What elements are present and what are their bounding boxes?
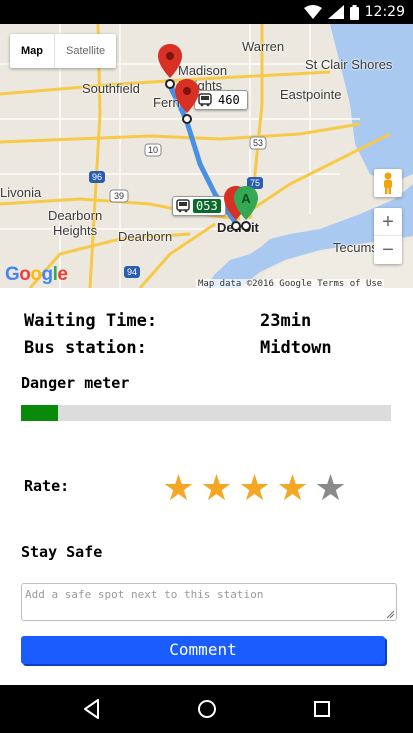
safe-spot-input[interactable]: [21, 583, 397, 621]
map-label-dearborn-heights: Dearborn: [48, 208, 103, 223]
stay-safe-heading: Stay Safe: [21, 543, 103, 561]
map-label-st-clair-shores: St Clair Shores: [305, 57, 393, 72]
zoom-in-button[interactable]: +: [374, 208, 402, 236]
battery-icon: [349, 4, 359, 20]
bus-station-value: Midtown: [260, 338, 332, 358]
map-marker-red[interactable]: [175, 79, 199, 127]
bus-chip-053[interactable]: 053: [172, 196, 226, 216]
svg-text:53: 53: [253, 138, 263, 148]
google-logo: Google: [5, 264, 68, 285]
map-view[interactable]: 10 96 39 53 75 94 Warren Madison Heights…: [0, 24, 413, 288]
map-type-map-button[interactable]: Map: [10, 34, 54, 68]
star-icon[interactable]: ★: [312, 470, 349, 508]
svg-text:96: 96: [92, 172, 102, 182]
rate-label: Rate:: [24, 477, 70, 495]
bus-station-label: Bus station:: [24, 338, 147, 358]
map-label-eastpointe: Eastpointe: [280, 87, 342, 102]
map-type-toggle[interactable]: Map Satellite: [10, 34, 117, 68]
waiting-time-value: 23min: [260, 311, 312, 331]
zoom-out-button[interactable]: −: [374, 236, 402, 264]
bus-number: 053: [193, 199, 221, 213]
map-marker-destination[interactable]: A: [234, 186, 258, 234]
recents-icon[interactable]: [310, 697, 334, 721]
map-type-satellite-button[interactable]: Satellite: [54, 34, 116, 68]
map-label-warren: Warren: [242, 39, 285, 54]
bus-icon: [176, 199, 190, 213]
comment-button[interactable]: Comment: [21, 636, 385, 664]
wifi-icon: [303, 5, 322, 19]
svg-text:10: 10: [148, 145, 158, 155]
star-icon[interactable]: ★: [236, 470, 273, 508]
svg-text:94: 94: [127, 267, 137, 277]
map-label-southfield: Southfield: [82, 81, 140, 96]
waiting-time-label: Waiting Time:: [24, 311, 158, 331]
zoom-control: + −: [374, 208, 402, 264]
bus-chip-460[interactable]: 460: [194, 90, 248, 110]
star-rating[interactable]: ★ ★ ★ ★ ★: [160, 470, 349, 508]
map-label-madison: Madison: [178, 63, 228, 78]
danger-meter-label: Danger meter: [21, 374, 130, 392]
status-bar: 12:29: [0, 0, 413, 24]
star-icon[interactable]: ★: [160, 470, 197, 508]
danger-meter-fill: [21, 405, 58, 421]
navigation-bar: [0, 685, 413, 733]
star-icon[interactable]: ★: [274, 470, 311, 508]
star-icon[interactable]: ★: [198, 470, 235, 508]
bus-icon: [198, 93, 212, 107]
map-label-dearborn-heights-2: Heights: [53, 223, 98, 238]
signal-icon: [327, 5, 344, 19]
pegman-icon: [384, 172, 392, 194]
bus-number: 460: [218, 93, 240, 107]
status-icons: 12:29: [303, 3, 405, 21]
street-view-button[interactable]: [374, 169, 402, 197]
map-attribution[interactable]: Map data ©2016 Google Terms of Use: [196, 279, 385, 288]
status-time: 12:29: [364, 4, 405, 20]
svg-text:39: 39: [114, 191, 124, 201]
back-icon[interactable]: [80, 697, 104, 721]
map-label-dearborn: Dearborn: [118, 229, 173, 244]
danger-meter: [21, 405, 391, 421]
marker-label: A: [241, 191, 251, 206]
map-label-livonia: Livonia: [0, 185, 42, 200]
home-icon[interactable]: [195, 697, 219, 721]
